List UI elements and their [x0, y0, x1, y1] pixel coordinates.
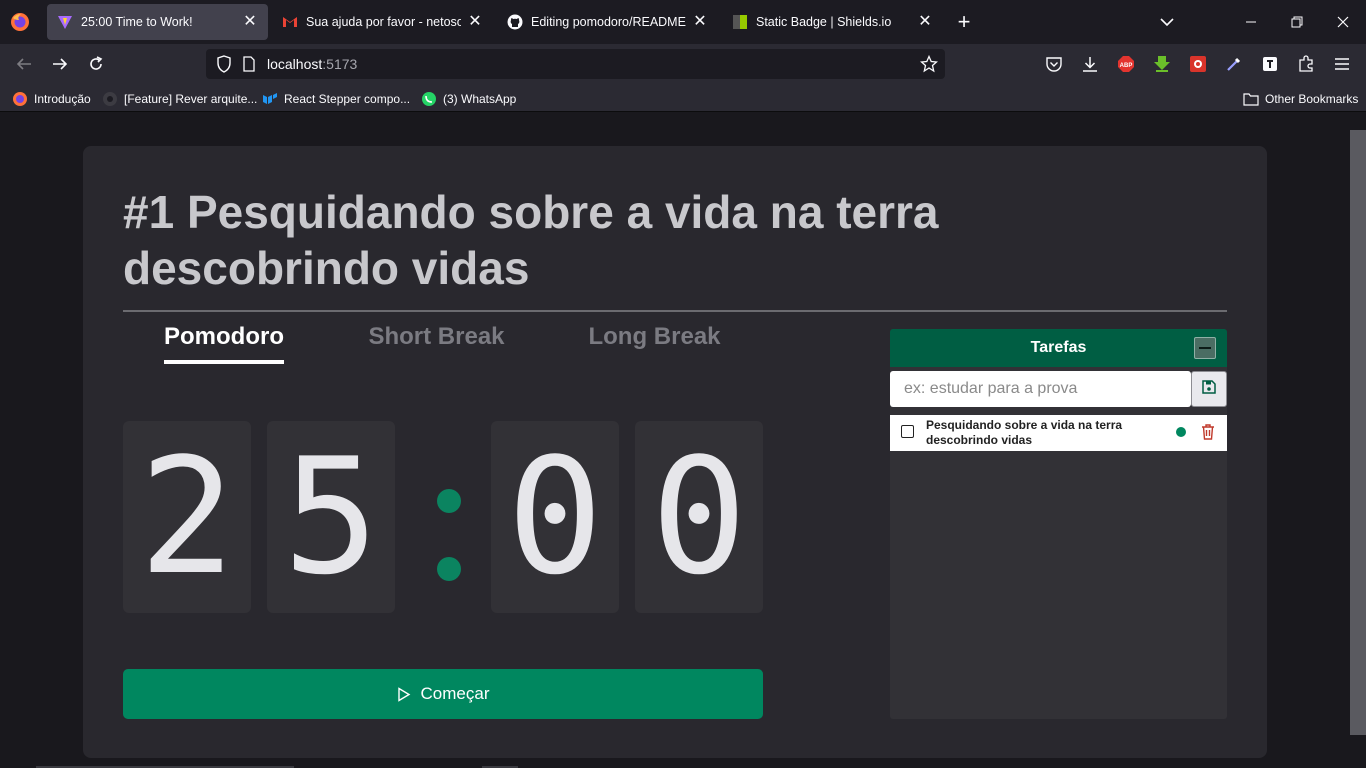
timer-minutes-tens: 2	[123, 421, 251, 613]
timer-seconds-ones: 0	[635, 421, 763, 613]
pocket-icon[interactable]	[1044, 54, 1064, 74]
minus-icon	[1199, 347, 1211, 349]
page-icon[interactable]	[242, 56, 256, 77]
new-tab-button[interactable]: +	[954, 11, 974, 33]
task-item[interactable]: Pesquidando sobre a vida na terra descob…	[890, 415, 1227, 451]
screenshot-icon[interactable]	[1188, 54, 1208, 74]
download-helper-icon[interactable]	[1152, 54, 1172, 74]
tab-shields[interactable]: Static Badge | Shields.io ✕	[722, 4, 943, 40]
tab-gmail[interactable]: Sua ajuda por favor - netosouza ✕	[272, 4, 493, 40]
github-icon	[507, 14, 523, 30]
bookmark-whatsapp[interactable]: (3) WhatsApp	[421, 90, 516, 108]
close-icon[interactable]: ✕	[692, 14, 708, 30]
timer-minutes-ones: 5	[267, 421, 395, 613]
tab-title: Sua ajuda por favor - netosouza	[306, 15, 461, 29]
vite-icon	[57, 14, 73, 30]
reload-icon[interactable]	[86, 54, 106, 74]
timer-separator-dot	[437, 489, 461, 513]
chevron-down-icon[interactable]	[1158, 14, 1176, 30]
tasks-header: Tarefas	[890, 329, 1227, 367]
url-port: :5173	[322, 56, 358, 72]
save-icon	[1202, 379, 1216, 399]
whatsapp-icon	[421, 91, 437, 107]
back-arrow-icon[interactable]	[14, 54, 34, 74]
url-host: localhost	[267, 56, 323, 72]
color-picker-icon[interactable]	[1224, 54, 1244, 74]
trash-icon[interactable]	[1200, 424, 1216, 440]
tab-time-to-work[interactable]: 25:00 Time to Work! ✕	[47, 4, 268, 40]
bookmark-label: [Feature] Rever arquite...	[124, 92, 258, 106]
tab-short-break[interactable]: Short Break	[368, 323, 505, 351]
tab-title: Editing pomodoro/README.md	[531, 15, 686, 29]
active-tab-indicator	[164, 360, 284, 364]
tab-bar: 25:00 Time to Work! ✕ Sua ajuda por favo…	[0, 0, 1366, 44]
scrollbar-thumb[interactable]	[1350, 130, 1366, 735]
download-icon[interactable]	[1080, 54, 1100, 74]
tab-title: Static Badge | Shields.io	[756, 15, 892, 29]
url-text: localhost:5173	[267, 56, 357, 72]
close-icon[interactable]: ✕	[242, 14, 258, 30]
extensions-icon[interactable]	[1296, 54, 1316, 74]
bookmarks-toolbar: Introdução [Feature] Rever arquite... Re…	[0, 84, 1366, 112]
github-icon	[102, 91, 118, 107]
bookmark-react-stepper[interactable]: React Stepper compo...	[262, 90, 410, 108]
tab-pomodoro[interactable]: Pomodoro	[164, 323, 284, 351]
star-icon[interactable]	[919, 54, 939, 78]
timer-separator-dot	[437, 557, 461, 581]
save-task-button[interactable]	[1191, 371, 1227, 407]
toggl-icon[interactable]	[1260, 54, 1280, 74]
vertical-scrollbar[interactable]	[1350, 112, 1366, 768]
shield-icon[interactable]	[216, 55, 232, 78]
bookmark-label: (3) WhatsApp	[443, 92, 517, 106]
task-text: Pesquidando sobre a vida na terra descob…	[926, 418, 1123, 447]
new-task-input[interactable]	[890, 371, 1191, 407]
bookmark-label: Introdução	[34, 92, 91, 106]
other-bookmarks[interactable]: Other Bookmarks	[1243, 90, 1358, 108]
play-icon	[397, 686, 411, 702]
folder-icon	[1243, 91, 1259, 107]
bookmark-feature[interactable]: [Feature] Rever arquite...	[102, 90, 257, 108]
start-button-label: Começar	[420, 684, 490, 703]
minimize-icon[interactable]	[1241, 12, 1261, 32]
restore-icon[interactable]	[1287, 12, 1307, 32]
forward-arrow-icon[interactable]	[50, 54, 70, 74]
tasks-title: Tarefas	[1030, 339, 1087, 356]
window-close-icon[interactable]	[1333, 12, 1353, 32]
menu-icon[interactable]	[1332, 54, 1352, 74]
mui-icon	[262, 91, 278, 107]
other-bookmarks-label: Other Bookmarks	[1265, 92, 1359, 106]
close-icon[interactable]: ✕	[467, 14, 483, 30]
task-checkbox[interactable]	[901, 425, 914, 438]
adblock-icon[interactable]: ABP	[1116, 54, 1136, 74]
svg-text:ABP: ABP	[1120, 63, 1133, 69]
collapse-tasks-button[interactable]	[1194, 337, 1216, 359]
timer-seconds-tens: 0	[491, 421, 619, 613]
divider	[123, 310, 1227, 312]
bookmark-label: React Stepper compo...	[284, 92, 411, 106]
tab-long-break[interactable]: Long Break	[588, 323, 721, 351]
bookmark-introducao[interactable]: Introdução	[12, 90, 91, 108]
firefox-icon	[12, 91, 28, 107]
address-bar[interactable]: localhost:5173	[206, 49, 945, 79]
close-icon[interactable]: ✕	[917, 14, 933, 30]
tab-github[interactable]: Editing pomodoro/README.md ✕	[497, 4, 718, 40]
gmail-icon	[282, 14, 298, 30]
tab-title: 25:00 Time to Work!	[81, 15, 193, 29]
current-task-heading: #1 Pesquidando sobre a vida na terra des…	[123, 186, 939, 294]
firefox-icon[interactable]	[10, 12, 30, 32]
start-button[interactable]: Começar	[123, 669, 763, 719]
active-task-indicator	[1176, 427, 1186, 437]
shields-icon	[732, 14, 748, 30]
